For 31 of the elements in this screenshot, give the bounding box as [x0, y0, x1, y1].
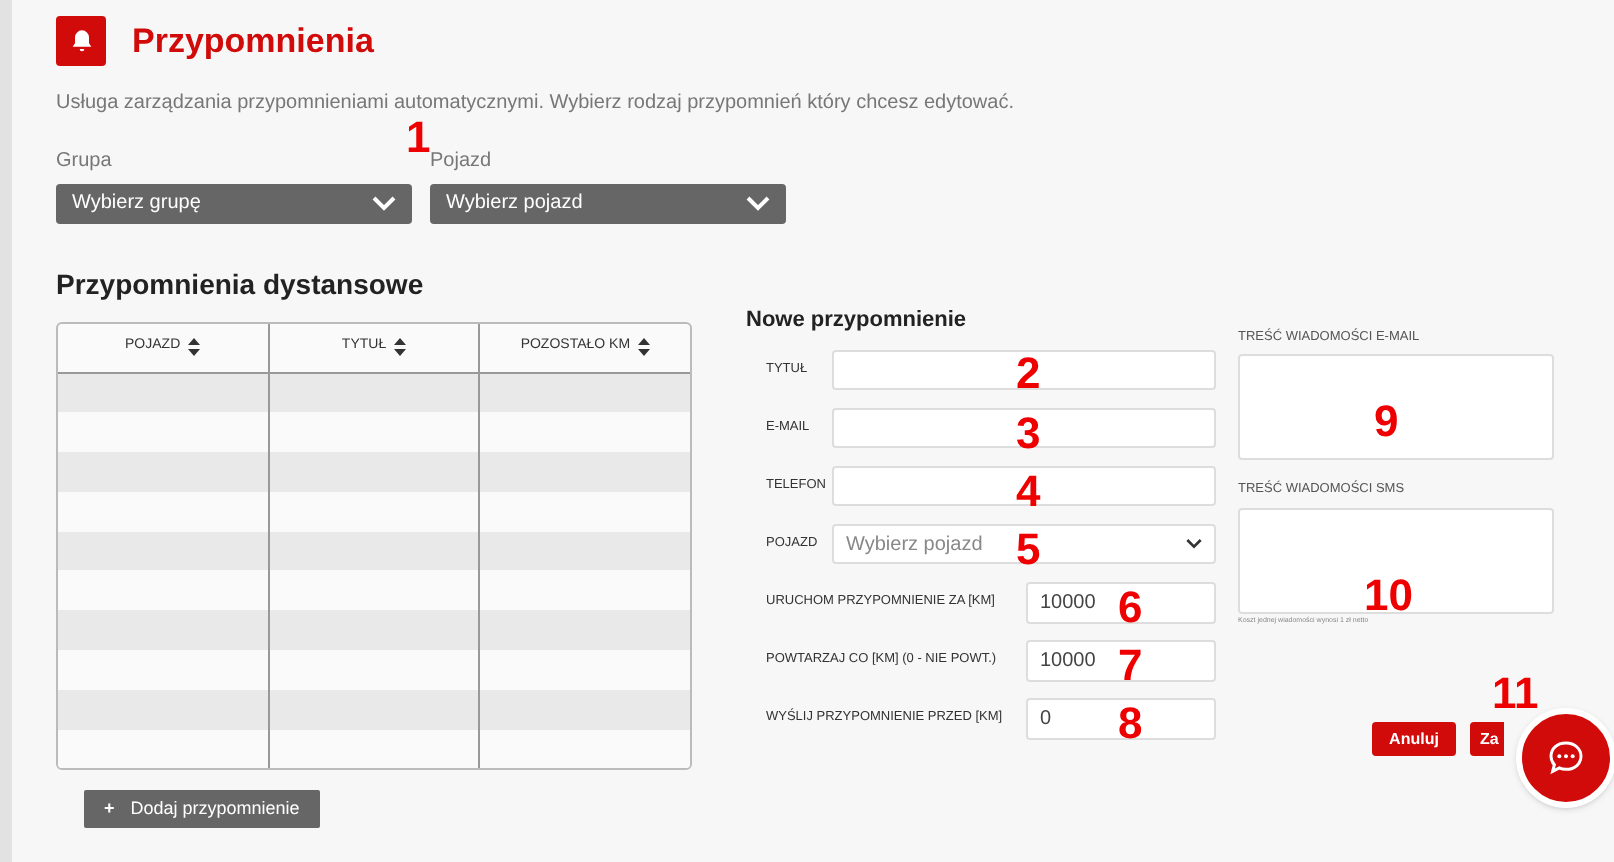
- filter-dropdown[interactable]: Wybierz pojazd: [430, 183, 786, 223]
- cancel-button[interactable]: Anuluj: [1372, 722, 1456, 757]
- annotation-number: 2: [1016, 352, 1041, 396]
- annotation-number: 4: [1016, 470, 1041, 514]
- filter-label: Pojazd: [430, 147, 494, 175]
- sort-icon: [394, 338, 407, 356]
- annotation-number: 10: [1364, 574, 1413, 618]
- chevron-down-icon: [746, 195, 770, 211]
- text-field[interactable]: [832, 466, 1216, 506]
- annotation-number: 11: [1492, 672, 1539, 716]
- text-field[interactable]: [832, 350, 1216, 390]
- page-title: Przypomnienia: [132, 20, 374, 64]
- sort-icon: [638, 338, 651, 356]
- annotation-number: 3: [1016, 412, 1041, 456]
- annotation-number: 1: [406, 116, 431, 160]
- annotation-number: 9: [1374, 400, 1399, 444]
- form-title: Nowe przypomnienie: [746, 305, 969, 335]
- chat-button[interactable]: [1516, 708, 1614, 808]
- text-field[interactable]: [832, 408, 1216, 448]
- section-title: Przypomnienia dystansowe: [56, 265, 426, 304]
- add-reminder-button[interactable]: + Dodaj przypomnienie: [84, 790, 320, 829]
- page-description: Usługa zarządzania przypomnieniami automatycznymi. Wybierz rodzaj przypomnień który chcesz edytować.: [56, 89, 1016, 117]
- message-textarea[interactable]: [1238, 508, 1554, 614]
- filter-label: Grupa: [56, 147, 114, 175]
- chevron-down-icon: [372, 195, 396, 211]
- chevron-down-icon: [1186, 536, 1202, 552]
- bell-icon: [56, 16, 106, 67]
- chat-bubble-icon: [1546, 738, 1586, 778]
- sort-icon: [188, 338, 201, 356]
- filter-dropdown[interactable]: Wybierz grupę: [56, 183, 412, 223]
- save-button[interactable]: Za: [1470, 722, 1504, 757]
